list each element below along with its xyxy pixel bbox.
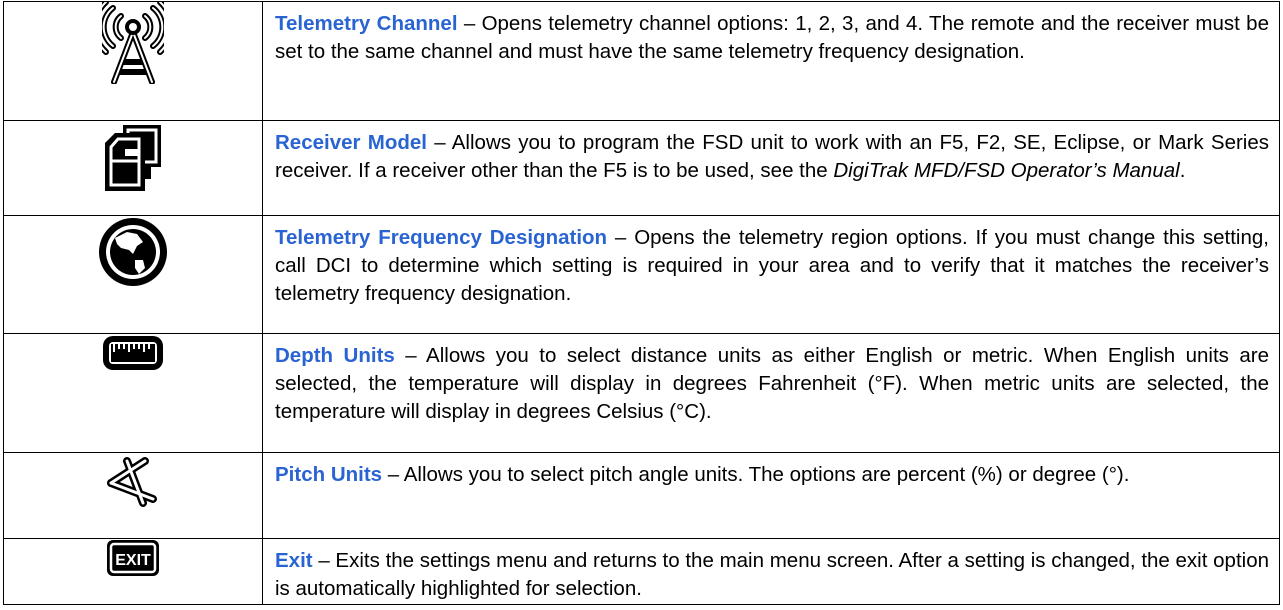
table-row: Receiver Model – Allows you to program t… (3, 120, 1280, 216)
pitch-icon (105, 453, 161, 509)
term-telemetry-frequency-designation: Telemetry Frequency Designation (275, 226, 608, 249)
description-cell: Depth Units – Allows you to select dista… (262, 333, 1280, 453)
icon-cell: EXIT (3, 538, 263, 605)
icon-cell (3, 452, 263, 539)
table-row: Telemetry Channel – Opens telemetry chan… (3, 1, 1280, 121)
term-pitch-units: Pitch Units (275, 463, 383, 486)
icon-cell (3, 333, 263, 453)
description-text: – Allows you to select distance units as… (275, 344, 1269, 423)
svg-text:EXIT: EXIT (115, 552, 151, 569)
receiver-model-icon (101, 121, 165, 193)
table-row: Telemetry Frequency Designation – Opens … (3, 215, 1280, 334)
description-cell: Telemetry Channel – Opens telemetry chan… (262, 1, 1280, 121)
description-cell: Receiver Model – Allows you to program t… (262, 120, 1280, 216)
icon-cell (3, 120, 263, 216)
icon-cell (3, 215, 263, 334)
table-row: Depth Units – Allows you to select dista… (3, 333, 1280, 453)
term-receiver-model: Receiver Model (275, 131, 427, 154)
exit-icon: EXIT (106, 539, 160, 577)
globe-icon (97, 216, 169, 288)
term-telemetry-channel: Telemetry Channel (275, 12, 458, 35)
table-row: EXIT Exit – Exits the settings menu and … (3, 538, 1280, 605)
description-cell: Telemetry Frequency Designation – Opens … (262, 215, 1280, 334)
description-text-end: . (1179, 159, 1186, 182)
manual-reference: DigiTrak MFD/FSD Operator’s Manual (833, 159, 1180, 182)
description-cell: Exit – Exits the settings menu and retur… (262, 538, 1280, 605)
table-row: Pitch Units – Allows you to select pitch… (3, 452, 1280, 539)
description-text: – Allows you to select pitch angle units… (382, 463, 1130, 486)
icon-cell (3, 1, 263, 121)
settings-table: Telemetry Channel – Opens telemetry chan… (3, 1, 1280, 605)
ruler-icon (101, 334, 165, 372)
description-cell: Pitch Units – Allows you to select pitch… (262, 452, 1280, 539)
term-depth-units: Depth Units (275, 344, 395, 367)
term-exit: Exit (275, 549, 313, 572)
description-text: – Exits the settings menu and returns to… (275, 549, 1269, 600)
telemetry-antenna-icon (102, 2, 164, 84)
